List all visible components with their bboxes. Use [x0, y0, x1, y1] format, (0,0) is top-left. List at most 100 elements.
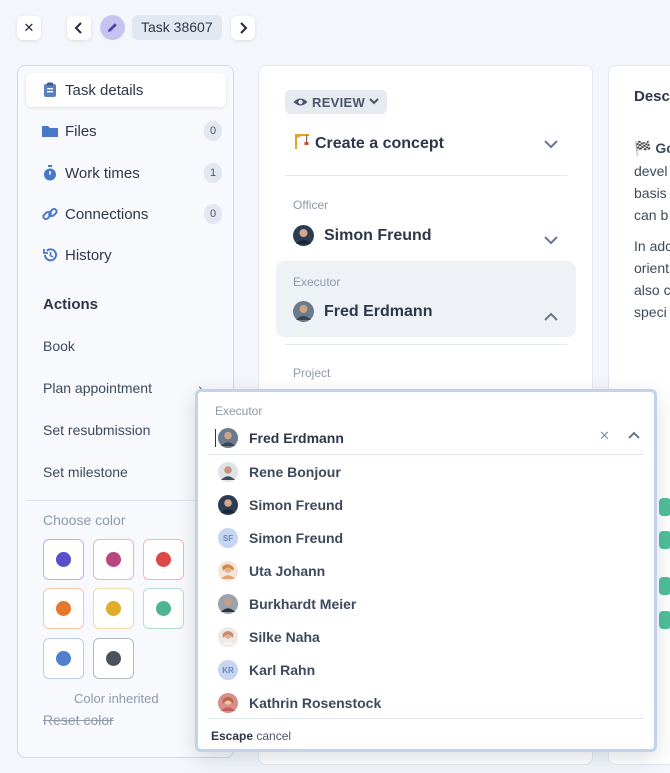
color-swatch-magenta[interactable] — [93, 539, 134, 580]
clear-icon[interactable]: ✕ — [599, 428, 610, 444]
dropdown-option[interactable]: Uta Johann — [218, 559, 325, 583]
action-plan-appointment[interactable]: Plan appointment — [43, 380, 152, 396]
status-pill — [659, 611, 670, 629]
description-line: In adc — [634, 238, 670, 254]
checkered-flag-icon: 🏁 — [634, 140, 652, 156]
action-set-resubmission[interactable]: Set resubmission — [43, 422, 150, 438]
actions-heading: Actions — [43, 296, 99, 313]
color-swatch-teal[interactable] — [143, 588, 184, 629]
task-id-label: Task 38607 — [132, 15, 222, 40]
avatar — [218, 693, 238, 713]
avatar — [218, 462, 238, 482]
color-swatch-blue[interactable] — [43, 638, 84, 679]
color-swatch-orange[interactable] — [43, 588, 84, 629]
sidebar-item-connections[interactable]: Connections 0 — [26, 197, 226, 231]
action-set-milestone[interactable]: Set milestone — [43, 464, 128, 480]
sidebar-item-label: History — [65, 246, 112, 264]
option-name: Rene Bonjour — [249, 464, 341, 480]
divider — [285, 175, 567, 176]
choose-color-label: Choose color — [43, 512, 126, 528]
description-line: devel — [634, 163, 668, 179]
chevron-left-icon[interactable] — [67, 16, 91, 40]
avatar — [293, 225, 314, 246]
dropdown-footer-hint: Escape cancel — [211, 729, 291, 743]
option-name: Simon Freund — [249, 530, 344, 546]
chevron-down-icon[interactable] — [544, 232, 558, 248]
description-goal-text: Go — [655, 140, 670, 156]
sidebar-item-task-details[interactable]: Task details — [26, 73, 226, 107]
status-pill — [659, 577, 670, 595]
status-pill — [659, 531, 670, 549]
chevron-up-icon[interactable] — [628, 428, 640, 442]
officer-field[interactable]: Simon Freund — [293, 225, 432, 246]
divider — [208, 454, 644, 455]
color-swatch-yellow[interactable] — [93, 588, 134, 629]
folder-icon — [41, 122, 59, 140]
dropdown-option[interactable]: Rene Bonjour — [218, 460, 341, 484]
files-count-badge: 0 — [204, 121, 222, 141]
executor-label: Executor — [293, 275, 341, 289]
link-icon — [41, 205, 59, 223]
reset-color-link: Reset color — [43, 712, 114, 728]
option-name: Burkhardt Meier — [249, 596, 357, 612]
sidebar-item-files[interactable]: Files 0 — [26, 114, 226, 148]
chevron-up-icon[interactable] — [544, 308, 558, 324]
dropdown-label: Executor — [215, 404, 263, 418]
status-label: REVIEW — [312, 94, 366, 110]
color-swatch-dark-gray[interactable] — [93, 638, 134, 679]
executor-field-box[interactable] — [276, 261, 576, 337]
escape-key-label: Escape — [211, 729, 254, 743]
divider — [208, 718, 644, 719]
avatar — [218, 627, 238, 647]
description-goal: 🏁 Go — [634, 140, 670, 157]
officer-label: Officer — [293, 198, 329, 212]
sidebar-item-history[interactable]: History — [26, 238, 226, 272]
dropdown-option[interactable]: Burkhardt Meier — [218, 592, 356, 616]
stopwatch-icon — [41, 164, 59, 182]
status-dropdown[interactable]: REVIEW — [285, 90, 388, 114]
close-icon[interactable]: ✕ — [17, 16, 41, 40]
description-line: basis — [634, 185, 667, 201]
dropdown-option[interactable]: Kathrin Rosenstock — [218, 691, 381, 715]
officer-name: Simon Freund — [324, 226, 432, 244]
action-book[interactable]: Book — [43, 338, 75, 354]
dropdown-option[interactable]: Silke Naha — [218, 625, 320, 649]
avatar: KR — [218, 660, 238, 680]
dropdown-selected-value[interactable]: Fred Erdmann — [215, 428, 344, 448]
dropdown-option[interactable]: KR Karl Rahn — [218, 658, 315, 682]
sidebar-item-label: Work times — [65, 164, 140, 182]
history-icon — [41, 246, 59, 264]
color-swatch-red[interactable] — [143, 539, 184, 580]
sidebar-item-work-times[interactable]: Work times 1 — [26, 156, 226, 190]
option-name: Uta Johann — [249, 563, 326, 579]
work-times-count-badge: 1 — [204, 163, 222, 183]
eye-icon — [293, 95, 308, 110]
color-swatch-purple[interactable] — [43, 539, 84, 580]
divider — [285, 344, 567, 345]
pencil-icon[interactable] — [100, 15, 125, 40]
avatar: SF — [218, 528, 238, 548]
color-inherited-label: Color inherited — [74, 691, 159, 706]
sidebar-item-label: Connections — [65, 205, 149, 223]
description-line: speci — [634, 304, 667, 320]
selected-name: Fred Erdmann — [249, 430, 344, 446]
executor-dropdown[interactable]: Executor Fred Erdmann ✕ Rene Bonjour Sim… — [195, 389, 657, 752]
avatar — [218, 594, 238, 614]
clipboard-icon — [41, 81, 59, 99]
option-name: Silke Naha — [249, 629, 320, 645]
executor-field[interactable]: Fred Erdmann — [293, 301, 432, 322]
chevron-down-icon[interactable] — [544, 136, 558, 152]
task-title-text: Create a concept — [315, 134, 444, 152]
dropdown-option[interactable]: Simon Freund — [218, 493, 343, 517]
status-pill — [659, 498, 670, 516]
sidebar-item-label: Files — [65, 122, 97, 140]
task-title[interactable]: Create a concept — [293, 132, 444, 155]
avatar — [293, 301, 314, 322]
dropdown-option[interactable]: SF Simon Freund — [218, 526, 343, 550]
escape-action-label: cancel — [256, 729, 292, 743]
description-heading: Desc — [634, 88, 670, 105]
project-label: Project — [293, 366, 331, 380]
chevron-right-icon[interactable] — [231, 16, 255, 40]
description-line: also c — [634, 282, 670, 298]
option-name: Kathrin Rosenstock — [249, 695, 382, 711]
